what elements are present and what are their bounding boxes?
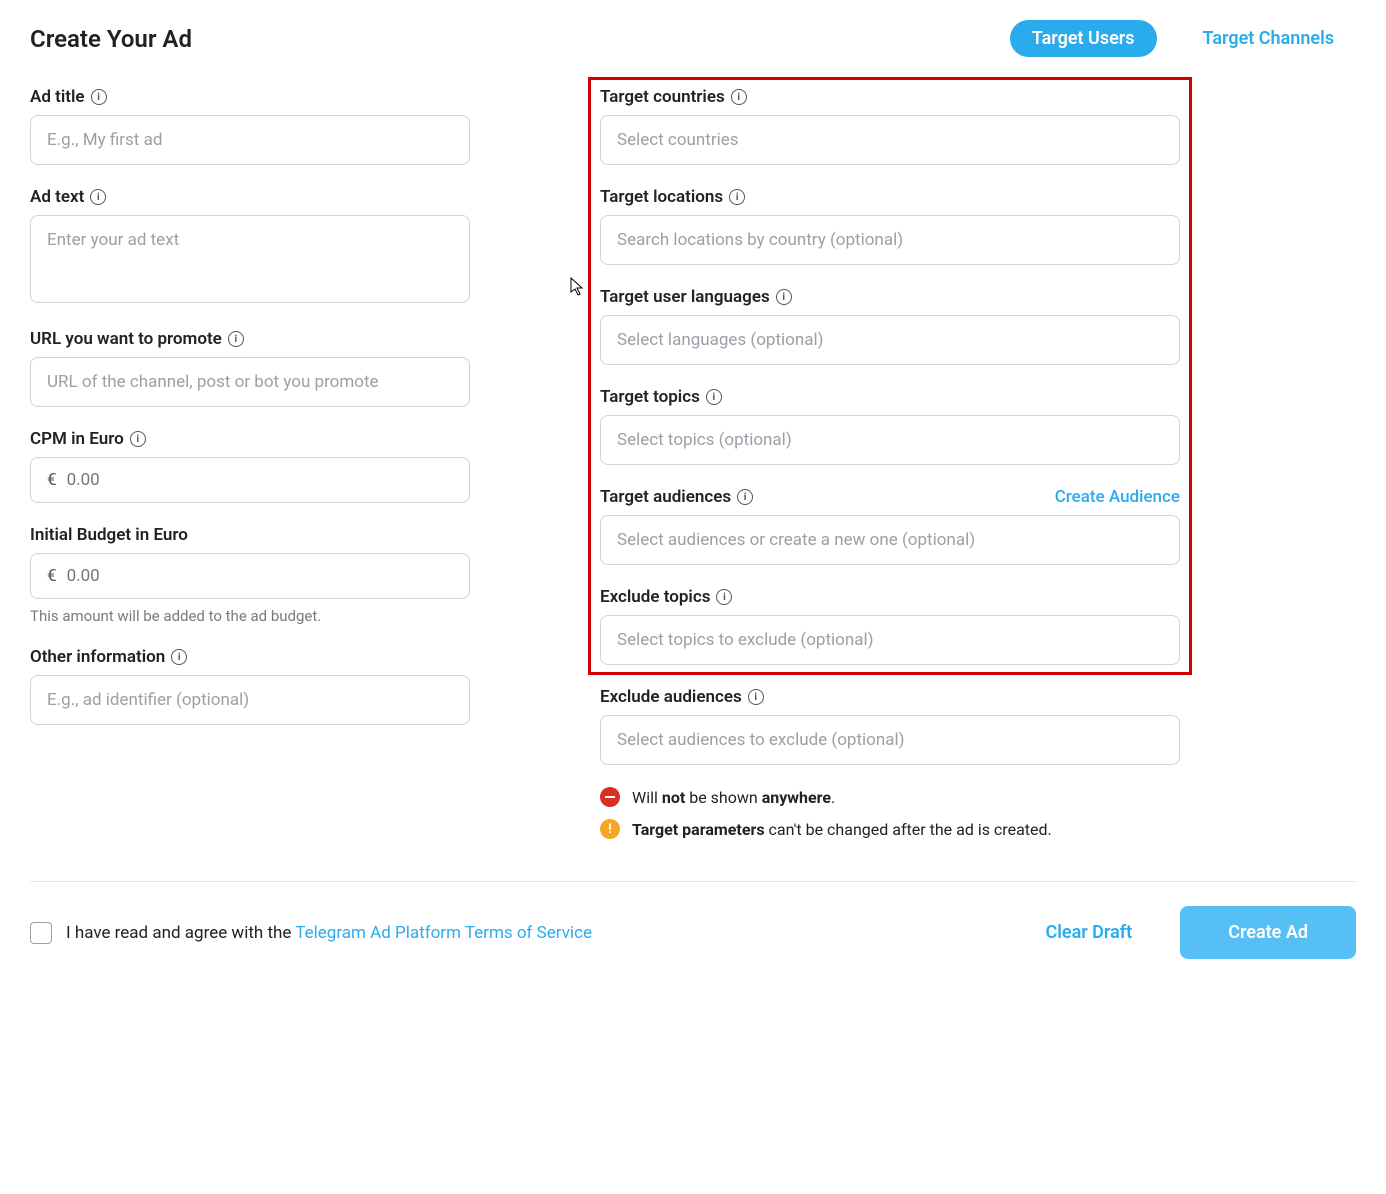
terms-agreement: I have read and agree with the Telegram … bbox=[30, 922, 592, 944]
info-icon[interactable]: i bbox=[729, 189, 745, 205]
cpm-label: CPM in Euro i bbox=[30, 429, 146, 449]
url-label: URL you want to promote i bbox=[30, 329, 244, 349]
field-ad-text: Ad text i bbox=[30, 187, 470, 307]
target-audiences-label: Target audiences i bbox=[600, 487, 753, 507]
target-languages-label: Target user languages i bbox=[600, 287, 792, 307]
field-exclude-topics: Exclude topics i Select topics to exclud… bbox=[600, 587, 1180, 665]
target-locations-label: Target locations i bbox=[600, 187, 745, 207]
budget-input-wrap[interactable]: € bbox=[30, 553, 470, 599]
note-params-locked-text: Target parameters can't be changed after… bbox=[632, 820, 1052, 839]
error-icon bbox=[600, 787, 620, 807]
tab-target-users[interactable]: Target Users bbox=[1010, 20, 1157, 57]
page-title: Create Your Ad bbox=[30, 25, 192, 53]
field-target-languages: Target user languages i Select languages… bbox=[600, 287, 1180, 365]
exclude-topics-label: Exclude topics i bbox=[600, 587, 732, 607]
cpm-input[interactable] bbox=[67, 470, 453, 490]
terms-text: I have read and agree with the Telegram … bbox=[66, 923, 592, 943]
target-languages-select[interactable]: Select languages (optional) bbox=[600, 315, 1180, 365]
exclude-audiences-label-text: Exclude audiences bbox=[600, 687, 742, 707]
tab-target-channels[interactable]: Target Channels bbox=[1181, 20, 1356, 57]
info-icon[interactable]: i bbox=[228, 331, 244, 347]
info-icon[interactable]: i bbox=[776, 289, 792, 305]
target-countries-label-text: Target countries bbox=[600, 87, 725, 107]
target-topics-select[interactable]: Select topics (optional) bbox=[600, 415, 1180, 465]
footer-row: I have read and agree with the Telegram … bbox=[30, 906, 1356, 959]
field-budget: Initial Budget in Euro € This amount wil… bbox=[30, 525, 470, 625]
ad-text-label-text: Ad text bbox=[30, 187, 84, 207]
euro-symbol: € bbox=[47, 566, 57, 586]
exclude-topics-label-text: Exclude topics bbox=[600, 587, 710, 607]
target-countries-select[interactable]: Select countries bbox=[600, 115, 1180, 165]
field-target-topics: Target topics i Select topics (optional) bbox=[600, 387, 1180, 465]
exclude-audiences-label: Exclude audiences i bbox=[600, 687, 764, 707]
url-input[interactable] bbox=[30, 357, 470, 407]
other-label-text: Other information bbox=[30, 647, 165, 667]
field-target-countries: Target countries i Select countries bbox=[600, 87, 1180, 165]
euro-symbol: € bbox=[47, 470, 57, 490]
field-cpm: CPM in Euro i € bbox=[30, 429, 470, 503]
target-locations-select[interactable]: Search locations by country (optional) bbox=[600, 215, 1180, 265]
ad-title-input[interactable] bbox=[30, 115, 470, 165]
target-countries-label: Target countries i bbox=[600, 87, 747, 107]
form-columns: Ad title i Ad text i URL you want to pro… bbox=[30, 87, 1356, 851]
url-label-text: URL you want to promote bbox=[30, 329, 222, 349]
ad-text-label: Ad text i bbox=[30, 187, 106, 207]
cpm-label-text: CPM in Euro bbox=[30, 429, 124, 449]
exclude-audiences-select[interactable]: Select audiences to exclude (optional) bbox=[600, 715, 1180, 765]
info-icon[interactable]: i bbox=[91, 89, 107, 105]
warning-icon: ! bbox=[600, 819, 620, 839]
field-url: URL you want to promote i bbox=[30, 329, 470, 407]
target-audiences-label-text: Target audiences bbox=[600, 487, 731, 507]
target-topics-label: Target topics i bbox=[600, 387, 722, 407]
field-ad-title: Ad title i bbox=[30, 87, 470, 165]
other-input[interactable] bbox=[30, 675, 470, 725]
footer-actions: Clear Draft Create Ad bbox=[1045, 906, 1356, 959]
info-icon[interactable]: i bbox=[748, 689, 764, 705]
target-audiences-select[interactable]: Select audiences or create a new one (op… bbox=[600, 515, 1180, 565]
note-not-shown: Will not be shown anywhere. bbox=[600, 787, 1180, 807]
field-exclude-audiences: Exclude audiences i Select audiences to … bbox=[600, 687, 1180, 765]
tos-link[interactable]: Telegram Ad Platform Terms of Service bbox=[295, 923, 592, 943]
right-column: Target countries i Select countries Targ… bbox=[600, 87, 1180, 851]
budget-label: Initial Budget in Euro bbox=[30, 525, 188, 545]
ad-text-input[interactable] bbox=[30, 215, 470, 303]
header-row: Create Your Ad Target Users Target Chann… bbox=[30, 20, 1356, 57]
ad-title-label: Ad title i bbox=[30, 87, 107, 107]
info-icon[interactable]: i bbox=[731, 89, 747, 105]
field-target-audiences: Target audiences i Create Audience Selec… bbox=[600, 487, 1180, 565]
note-not-shown-text: Will not be shown anywhere. bbox=[632, 788, 835, 807]
exclude-topics-select[interactable]: Select topics to exclude (optional) bbox=[600, 615, 1180, 665]
budget-input[interactable] bbox=[67, 566, 453, 586]
create-audience-link[interactable]: Create Audience bbox=[1055, 487, 1180, 507]
terms-prefix: I have read and agree with the bbox=[66, 923, 295, 943]
budget-hint: This amount will be added to the ad budg… bbox=[30, 607, 470, 625]
left-column: Ad title i Ad text i URL you want to pro… bbox=[30, 87, 470, 851]
info-icon[interactable]: i bbox=[737, 489, 753, 505]
target-topics-label-text: Target topics bbox=[600, 387, 700, 407]
info-icon[interactable]: i bbox=[130, 431, 146, 447]
ad-title-label-text: Ad title bbox=[30, 87, 85, 107]
highlight-annotation bbox=[588, 77, 1192, 675]
info-icon[interactable]: i bbox=[171, 649, 187, 665]
budget-label-text: Initial Budget in Euro bbox=[30, 525, 188, 545]
info-icon[interactable]: i bbox=[90, 189, 106, 205]
clear-draft-button[interactable]: Clear Draft bbox=[1045, 922, 1132, 943]
cursor-icon bbox=[570, 277, 586, 302]
target-languages-label-text: Target user languages bbox=[600, 287, 770, 307]
other-label: Other information i bbox=[30, 647, 187, 667]
cpm-input-wrap[interactable]: € bbox=[30, 457, 470, 503]
info-icon[interactable]: i bbox=[706, 389, 722, 405]
target-locations-label-text: Target locations bbox=[600, 187, 723, 207]
targeting-tabs: Target Users Target Channels bbox=[1010, 20, 1356, 57]
info-icon[interactable]: i bbox=[716, 589, 732, 605]
validation-notes: Will not be shown anywhere. ! Target par… bbox=[600, 787, 1180, 839]
field-other: Other information i bbox=[30, 647, 470, 725]
create-ad-button[interactable]: Create Ad bbox=[1180, 906, 1356, 959]
footer-divider bbox=[30, 881, 1356, 882]
terms-checkbox[interactable] bbox=[30, 922, 52, 944]
field-target-locations: Target locations i Search locations by c… bbox=[600, 187, 1180, 265]
note-params-locked: ! Target parameters can't be changed aft… bbox=[600, 819, 1180, 839]
